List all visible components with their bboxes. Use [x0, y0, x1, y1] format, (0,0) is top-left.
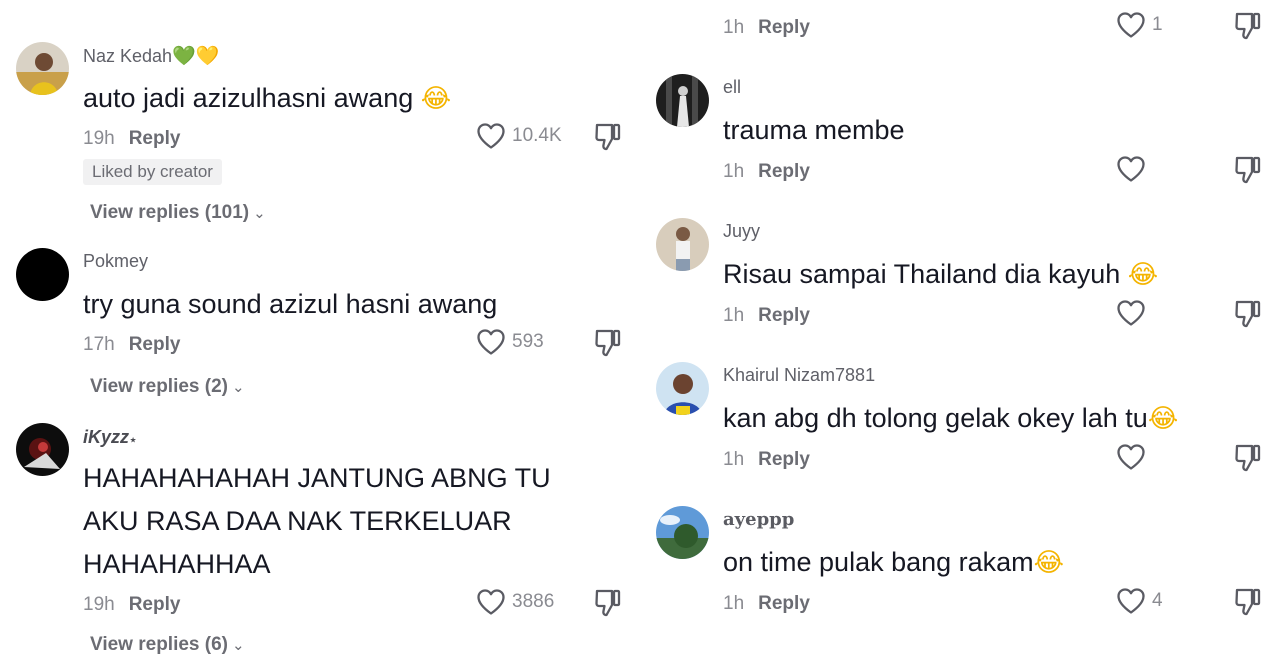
like-count: 593 — [512, 331, 544, 352]
reply-button[interactable]: Reply — [129, 334, 181, 355]
like-count: 10.4K — [512, 125, 562, 146]
heart-icon — [476, 328, 506, 356]
comment-username[interactable]: ayeppp — [723, 509, 794, 530]
comment-username[interactable]: iKyzz⋆ — [83, 427, 137, 448]
laughing-emoji-icon: 😂 — [1127, 260, 1159, 290]
comment-text: Risau sampai Thailand dia kayuh 😂 — [723, 259, 1159, 290]
comment-text: auto jadi azizulhasni awang 😂 — [83, 83, 452, 114]
comment-meta: 1h Reply — [723, 17, 810, 39]
avatar[interactable] — [656, 506, 709, 559]
comment-text: trauma membe — [723, 115, 905, 145]
comment-text: AKU RASA DAA NAK TERKELUAR — [83, 506, 512, 536]
comment-time: 1h — [723, 593, 745, 614]
comment-username[interactable]: Juyy — [723, 221, 760, 242]
like-button[interactable]: 593 — [476, 328, 544, 356]
comment-text: kan abg dh tolong gelak okey lah tu😂 — [723, 403, 1179, 434]
comment-username[interactable]: ell — [723, 77, 741, 98]
like-button[interactable]: 10.4K — [476, 122, 562, 150]
comment-username[interactable]: Khairul Nizam7881 — [723, 365, 875, 386]
comment-time: 1h — [723, 161, 745, 182]
comment-username[interactable]: Pokmey — [83, 251, 148, 272]
chevron-down-icon: ⌄ — [232, 637, 245, 654]
comment-text: HAHAHAHHAA — [83, 549, 271, 579]
laughing-emoji-icon: 😂 — [1033, 548, 1065, 578]
comment-meta: 17h Reply — [83, 334, 180, 356]
avatar[interactable] — [16, 248, 69, 301]
laughing-emoji-icon: 😂 — [1147, 404, 1179, 434]
avatar[interactable] — [656, 218, 709, 271]
comments-column-left: Naz Kedah💚💛 auto jadi azizulhasni awang … — [0, 0, 640, 655]
heart-icon — [1116, 587, 1146, 615]
reply-button[interactable]: Reply — [758, 449, 810, 470]
reply-button[interactable]: Reply — [758, 161, 810, 182]
dislike-icon[interactable] — [594, 328, 622, 358]
like-button[interactable] — [1116, 443, 1152, 471]
like-button[interactable]: 4 — [1116, 587, 1163, 615]
heart-icon — [1116, 11, 1146, 39]
avatar[interactable] — [656, 362, 709, 415]
comment-username[interactable]: Naz Kedah💚💛 — [83, 44, 219, 67]
avatar[interactable] — [656, 74, 709, 127]
comment-time: 19h — [83, 128, 115, 149]
view-replies-button[interactable]: View replies (2) ⌄ — [90, 376, 245, 398]
comment-text: HAHAHAHAHAH JANTUNG ABNG TU — [83, 463, 551, 493]
dislike-icon[interactable] — [1234, 155, 1262, 185]
avatar[interactable] — [16, 423, 69, 476]
like-button[interactable]: 3886 — [476, 588, 554, 616]
comment-time: 17h — [83, 334, 115, 355]
chevron-down-icon: ⌄ — [253, 205, 266, 222]
comment-time: 1h — [723, 17, 745, 38]
heart-icon — [476, 122, 506, 150]
dislike-icon[interactable] — [594, 122, 622, 152]
comment-meta: 1h Reply — [723, 449, 810, 471]
dislike-icon[interactable] — [1234, 299, 1262, 329]
like-button[interactable]: 1 — [1116, 11, 1163, 39]
heart-icon — [1116, 443, 1146, 471]
like-count: 4 — [1152, 590, 1163, 611]
dislike-icon[interactable] — [1234, 587, 1262, 617]
reply-button[interactable]: Reply — [758, 593, 810, 614]
comments-column-right: 1h Reply 1 ell trauma membe 1h Reply Juy… — [640, 0, 1280, 644]
heart-emoji-icon: 💚💛 — [172, 45, 220, 67]
chevron-down-icon: ⌄ — [232, 379, 245, 396]
dislike-icon[interactable] — [594, 588, 622, 618]
comment-meta: 1h Reply — [723, 593, 810, 615]
comment-text: try guna sound azizul hasni awang — [83, 289, 498, 319]
like-count: 1 — [1152, 14, 1163, 35]
comment-time: 1h — [723, 449, 745, 470]
reply-button[interactable]: Reply — [758, 305, 810, 326]
dislike-icon[interactable] — [1234, 11, 1262, 41]
reply-button[interactable]: Reply — [129, 128, 181, 149]
comment-meta: 1h Reply — [723, 305, 810, 327]
heart-icon — [1116, 299, 1146, 327]
liked-by-creator-badge: Liked by creator — [83, 159, 222, 185]
dislike-icon[interactable] — [1234, 443, 1262, 473]
comment-time: 19h — [83, 594, 115, 615]
like-button[interactable] — [1116, 155, 1152, 183]
laughing-emoji-icon: 😂 — [420, 84, 452, 114]
comment-meta: 19h Reply — [83, 128, 180, 150]
star-mark-icon: ⋆ — [129, 432, 138, 447]
view-replies-button[interactable]: View replies (101) ⌄ — [90, 202, 266, 224]
like-count: 3886 — [512, 591, 555, 612]
reply-button[interactable]: Reply — [129, 594, 181, 615]
comment-meta: 1h Reply — [723, 161, 810, 183]
comment-meta: 19h Reply — [83, 594, 180, 616]
avatar[interactable] — [16, 42, 69, 95]
like-button[interactable] — [1116, 299, 1152, 327]
view-replies-button[interactable]: View replies (6) ⌄ — [90, 634, 245, 656]
heart-icon — [476, 588, 506, 616]
reply-button[interactable]: Reply — [758, 17, 810, 38]
comment-time: 1h — [723, 305, 745, 326]
heart-icon — [1116, 155, 1146, 183]
comment-text: on time pulak bang rakam😂 — [723, 547, 1065, 578]
